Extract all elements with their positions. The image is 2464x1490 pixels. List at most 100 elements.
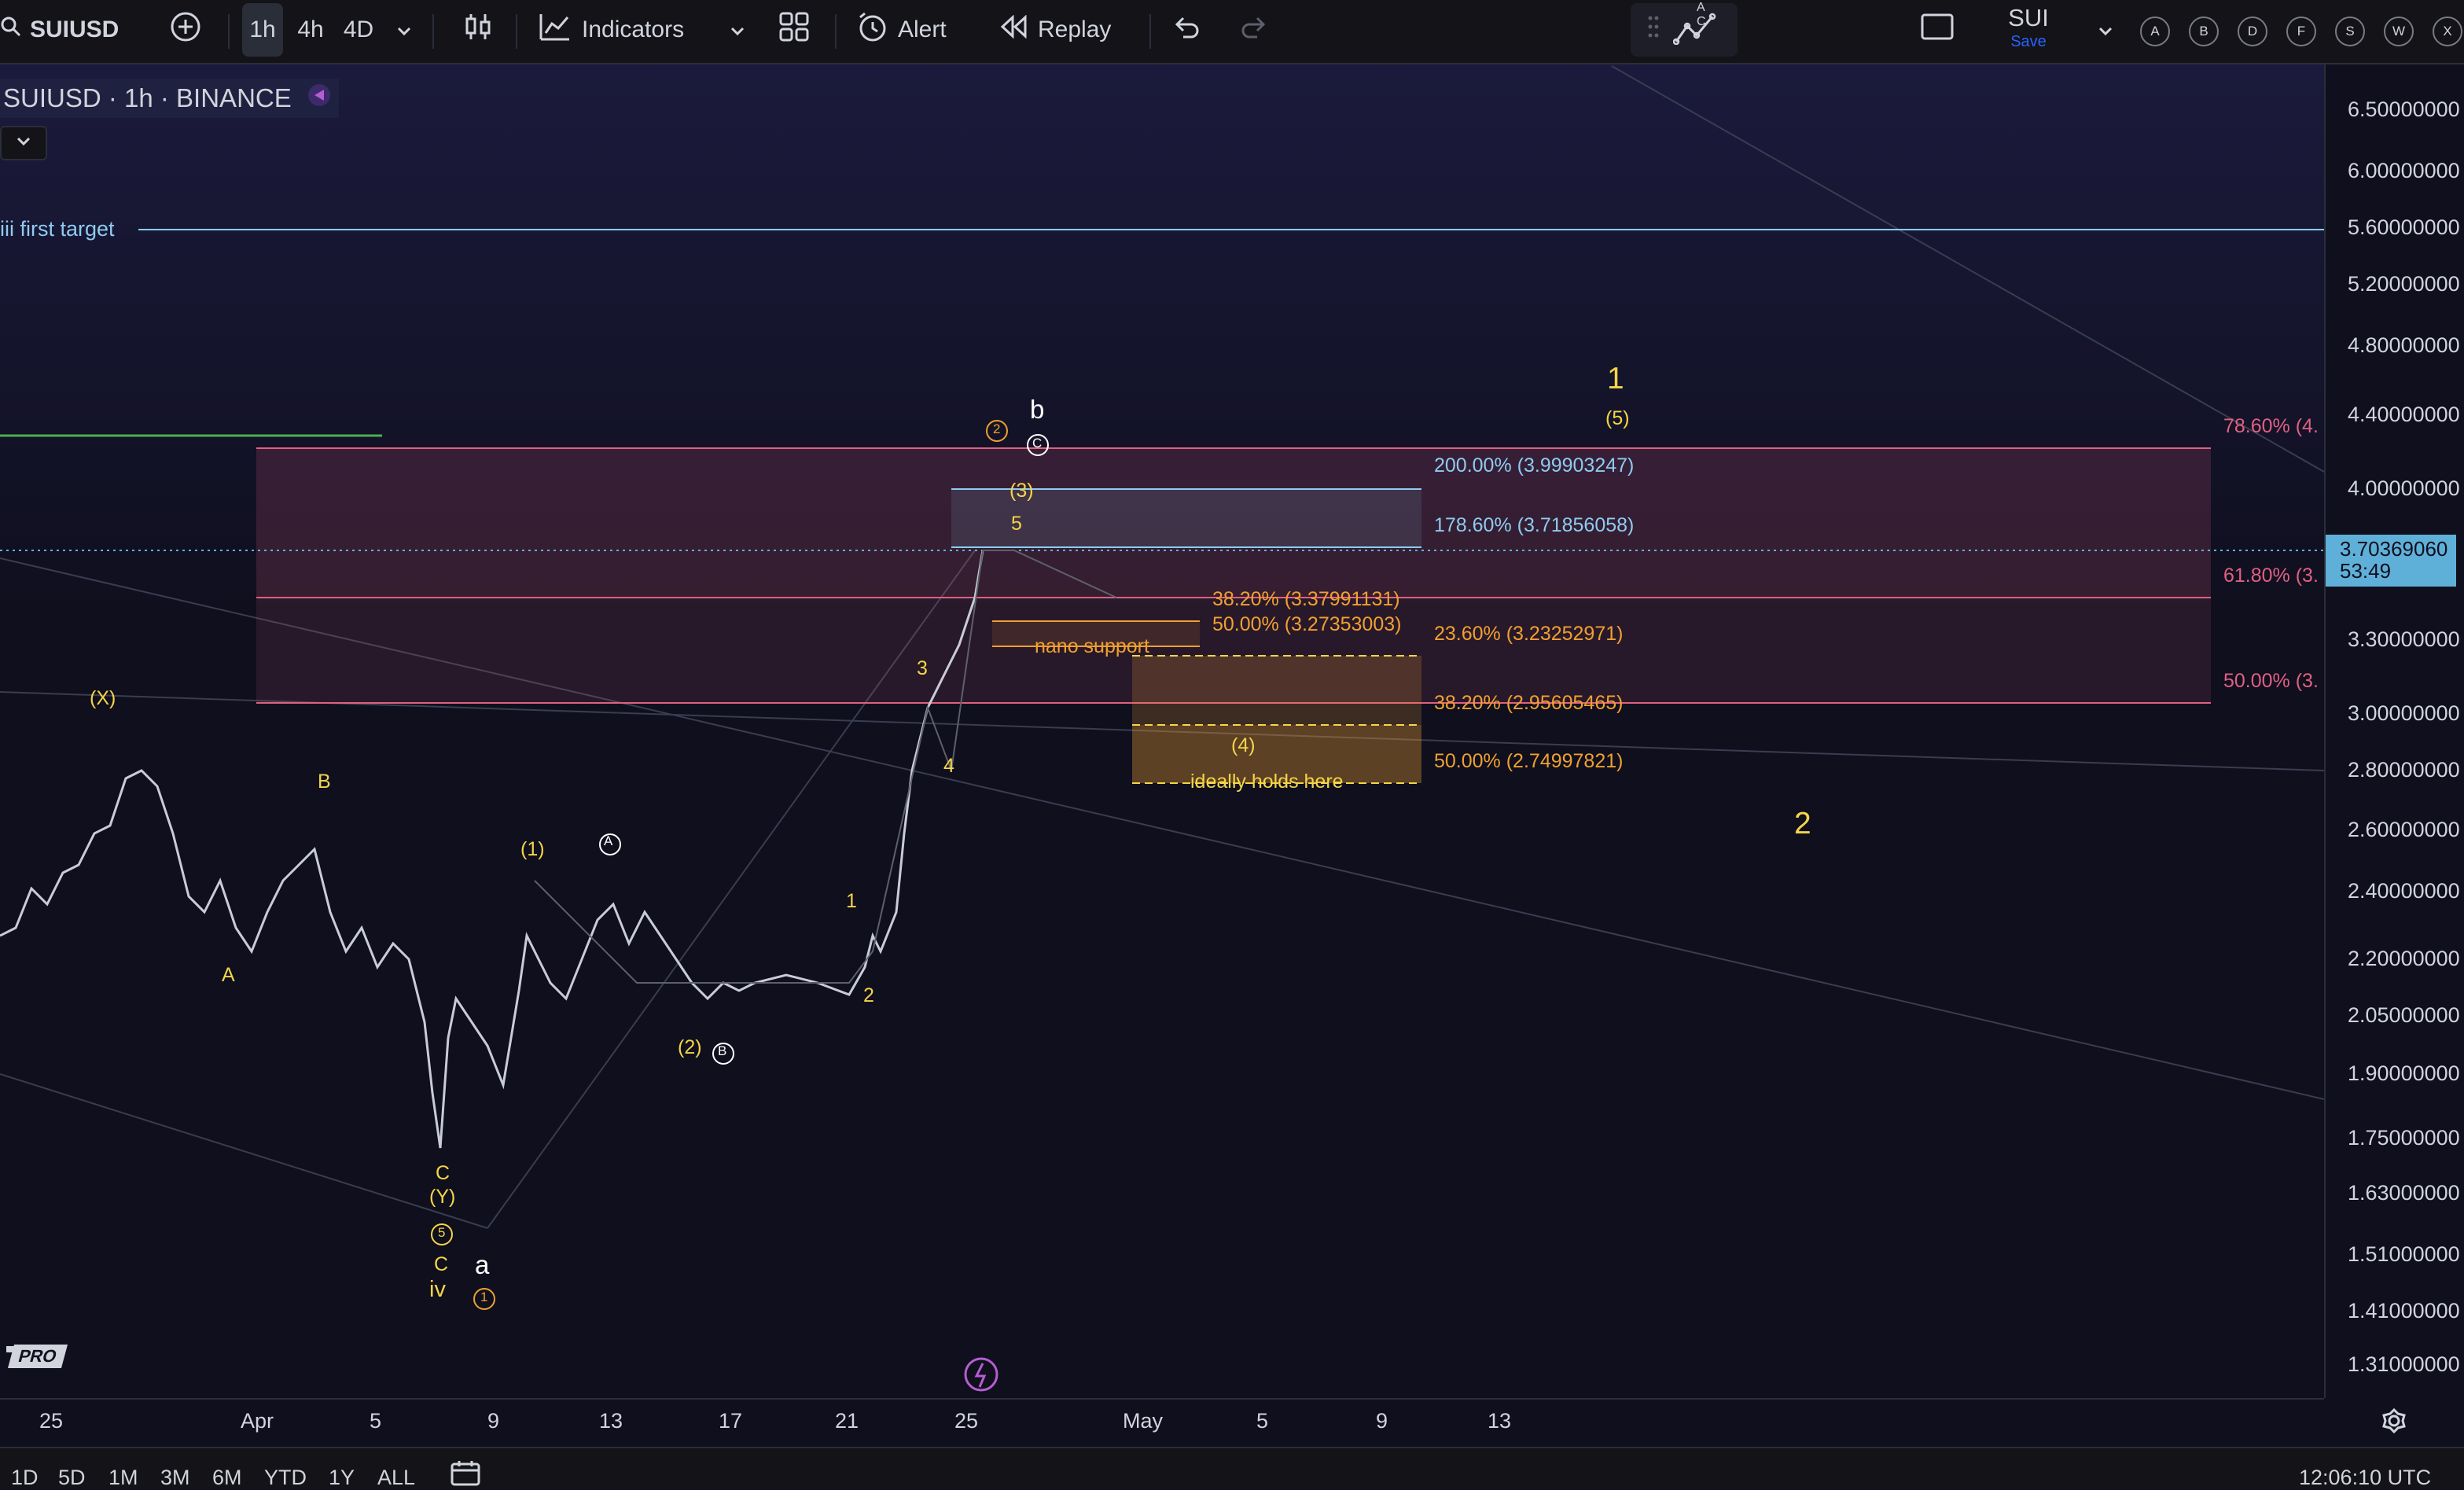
wave-x-label: (X): [90, 687, 116, 709]
wave-3-label: 3: [917, 657, 928, 679]
wave-5p-label: (5): [1605, 407, 1630, 429]
letter-button-b[interactable]: B: [2189, 17, 2219, 46]
current-price-value: 3.70369060: [2340, 537, 2448, 561]
layout-dropdown[interactable]: [2091, 0, 2120, 60]
range-1y[interactable]: 1Y: [329, 1466, 355, 1490]
wave-C-label: C: [436, 1162, 451, 1184]
fib-382-label: 38.20% (2.95605465): [1434, 692, 1624, 714]
letter-button-a[interactable]: A: [2140, 17, 2170, 46]
separator: [835, 14, 837, 49]
time-label: 25: [954, 1409, 979, 1433]
price-label: 4.00000000: [2348, 476, 2460, 500]
wave-B-label: B: [318, 771, 331, 793]
ac-label: A C: [1697, 1, 1711, 28]
separator: [1149, 14, 1151, 49]
price-label: 2.05000000: [2348, 1003, 2460, 1027]
interval-dropdown[interactable]: [388, 0, 420, 60]
replay-button[interactable]: Replay: [1000, 0, 1132, 60]
wave-1p-label: (1): [520, 838, 545, 860]
undo-button[interactable]: [1168, 0, 1204, 60]
goto-date-button[interactable]: [450, 1459, 481, 1490]
tradingview-logo: PRO: [6, 1343, 68, 1370]
wave-Y-label: (Y): [429, 1186, 456, 1208]
range-6m[interactable]: 6M: [212, 1466, 242, 1490]
range-1m[interactable]: 1M: [108, 1466, 138, 1490]
iii-first-target-label: iii first target: [0, 217, 115, 241]
indicators-dropdown[interactable]: [722, 0, 753, 60]
price-label: 5.20000000: [2348, 272, 2460, 296]
price-label: 1.75000000: [2348, 1126, 2460, 1150]
letter-button-s[interactable]: S: [2335, 17, 2365, 46]
chart-type-button[interactable]: [459, 0, 497, 60]
fib-200-label: 200.00% (3.99903247): [1434, 454, 1635, 476]
chart-pane[interactable]: iii first target 200.00% (3.99903247) 1 7…: [0, 64, 2324, 1398]
rewind-icon: [1000, 14, 1028, 45]
templates-button[interactable]: [775, 0, 813, 60]
range-ytd[interactable]: YTD: [264, 1466, 307, 1490]
plus-circle-icon: [170, 11, 201, 49]
search-icon: [0, 16, 22, 44]
grid-icon: [778, 11, 810, 49]
separator: [516, 14, 517, 49]
time-label: 13: [1488, 1409, 1512, 1433]
letter-button-d[interactable]: D: [2238, 17, 2267, 46]
wave-2p-label: (2): [678, 1036, 702, 1058]
range-1d[interactable]: 1D: [11, 1466, 39, 1490]
price-label: 1.51000000: [2348, 1242, 2460, 1266]
range-5d[interactable]: 5D: [58, 1466, 86, 1490]
indicators-label: Indicators: [582, 17, 685, 42]
separator: [432, 14, 434, 49]
letter-button-f[interactable]: F: [2286, 17, 2316, 46]
symbol-search[interactable]: SUIUSD: [0, 0, 126, 60]
range-all[interactable]: ALL: [377, 1466, 415, 1490]
clock-label: 12:06:10 UTC: [2299, 1466, 2432, 1489]
wave-pattern-icon: A C: [1672, 1, 1720, 51]
fib-786-right-label: 78.60% (4.: [2223, 415, 2319, 437]
price-label: 1.90000000: [2348, 1061, 2460, 1085]
interval-1h[interactable]: 1h: [242, 3, 283, 57]
price-label: 4.80000000: [2348, 333, 2460, 357]
letter-button-w[interactable]: W: [2384, 17, 2414, 46]
price-label: 3.00000000: [2348, 701, 2460, 725]
range-3m[interactable]: 3M: [160, 1466, 190, 1490]
legend-collapse-button[interactable]: [0, 126, 47, 160]
price-label: 2.60000000: [2348, 818, 2460, 841]
price-label: 6.50000000: [2348, 97, 2460, 121]
wave-3p-label: (3): [1010, 480, 1034, 502]
indicators-button[interactable]: Indicators: [539, 0, 704, 60]
lightning-icon: [974, 1363, 987, 1388]
layout-name-button[interactable]: SUI Save: [1989, 0, 2068, 60]
compare-button[interactable]: [168, 0, 203, 60]
wave-5-label: 5: [1011, 513, 1022, 535]
redo-button[interactable]: [1236, 0, 1272, 60]
price-label: 2.20000000: [2348, 947, 2460, 970]
time-label: 17: [719, 1409, 743, 1433]
chevron-down-icon: [16, 136, 31, 151]
pro-badge: PRO: [7, 1345, 68, 1368]
wave-4-label: (4): [1231, 734, 1256, 756]
interval-4h[interactable]: 4h: [291, 0, 330, 60]
wave-a-label: a: [475, 1250, 490, 1279]
price-label: 1.63000000: [2348, 1181, 2460, 1205]
settings-button[interactable]: [2381, 1407, 2407, 1438]
top-toolbar: SUIUSD 1h 4h 4D Indicators Alert Replay …: [0, 0, 2464, 64]
indicators-icon: [539, 13, 571, 47]
wave4-support-box: [1132, 655, 1421, 784]
letter-button-x[interactable]: X: [2433, 17, 2462, 46]
circled-C-label: C: [1032, 436, 1043, 451]
time-label: 25: [39, 1409, 64, 1433]
interval-4d[interactable]: 4D: [338, 0, 379, 60]
price-label: 3.30000000: [2348, 627, 2460, 651]
price-label: 4.40000000: [2348, 403, 2460, 426]
alarm-clock-icon: [857, 11, 888, 49]
fib-500-label: 50.00% (2.74997821): [1434, 750, 1624, 772]
chart-drawings: [0, 64, 2324, 1392]
price-label: 1.31000000: [2348, 1352, 2460, 1376]
fib-382-nano-label: 38.20% (3.37991131): [1212, 588, 1400, 610]
wave-C2-label: C: [434, 1253, 449, 1275]
symbol-legend[interactable]: SUIUSD · 1h · BINANCE: [0, 79, 339, 118]
drawing-toolbar-handle[interactable]: A C: [1631, 1, 1738, 57]
layout-button[interactable]: [1918, 0, 1956, 60]
alert-button[interactable]: Alert: [857, 0, 967, 60]
wave-1-label: 1: [846, 890, 857, 912]
